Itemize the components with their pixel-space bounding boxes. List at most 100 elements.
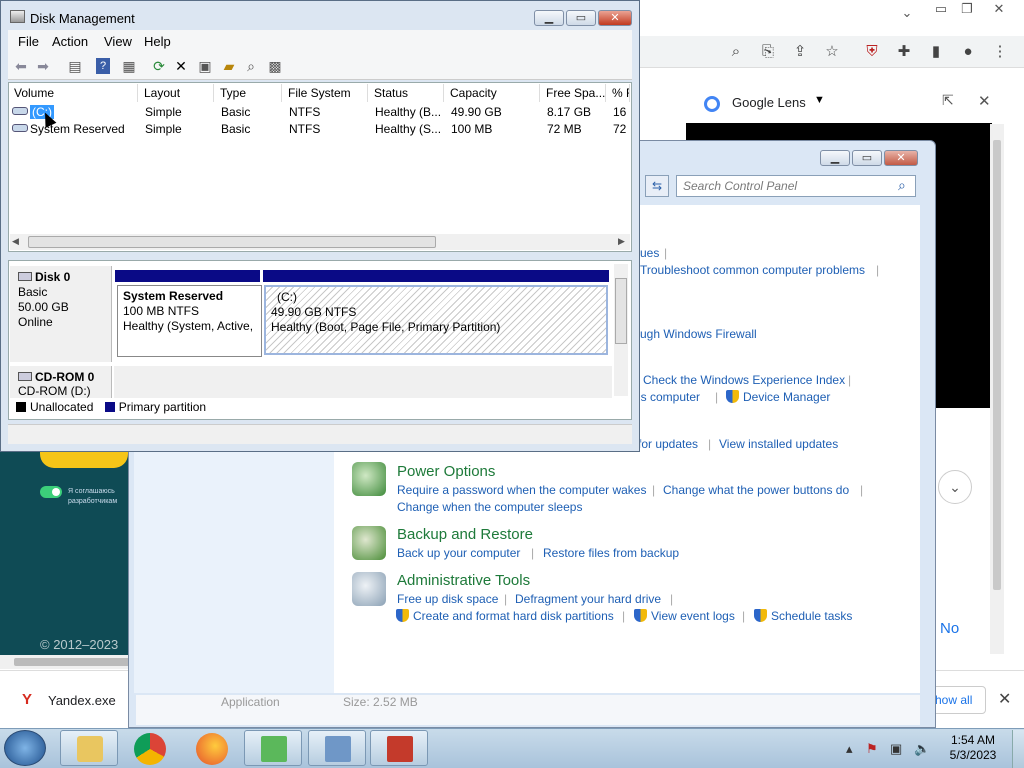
network-icon[interactable]: ▣	[890, 741, 902, 757]
show-hidden-icons[interactable]: ▴	[846, 741, 853, 757]
help-icon[interactable]: ?	[96, 58, 110, 74]
column-header-layout[interactable]: Layout	[140, 84, 214, 102]
cp-search-icon[interactable]: ⌕	[898, 177, 906, 194]
firefox-icon[interactable]	[196, 733, 228, 765]
action-center-icon[interactable]: ⚑	[866, 741, 878, 757]
chrome-tab-dropdown-icon[interactable]: ⌄	[892, 4, 922, 22]
column-header-type[interactable]: Type	[216, 84, 282, 102]
this-computer-link[interactable]: is computer	[638, 390, 700, 404]
column-header-free-space[interactable]: Free Spa...	[542, 84, 606, 102]
lens-dropdown-icon[interactable]: ▼	[814, 94, 825, 106]
column-header-file-system[interactable]: File System	[284, 84, 368, 102]
web-page-dark-section	[0, 450, 128, 655]
experience-index-link[interactable]: Check the Windows Experience Index	[643, 373, 845, 387]
menu-view[interactable]: View	[104, 34, 132, 49]
page-horizontal-scroll-thumb[interactable]	[14, 658, 134, 666]
agreement-toggle[interactable]	[40, 486, 62, 498]
disk-properties-icon[interactable]: ▣	[196, 57, 214, 75]
extension-shield-icon[interactable]: ⛨	[862, 42, 882, 62]
create-format-partitions-link[interactable]: Create and format hard disk partitions	[396, 609, 614, 623]
defragment-link[interactable]: Defragment your hard drive	[515, 592, 661, 606]
column-header-volume[interactable]: Volume	[10, 84, 138, 102]
troubleshoot-link[interactable]: Troubleshoot common computer problems	[640, 263, 865, 277]
forward-arrow-icon[interactable]: ➡	[34, 57, 52, 75]
c-partition[interactable]: (C:) 49.90 GB NTFS Healthy (Boot, Page F…	[264, 285, 608, 355]
cp-link-partial-1[interactable]: ues	[640, 246, 659, 260]
refresh-icon[interactable]: ⟳	[150, 57, 168, 75]
cp-minimize-button[interactable]: ▁	[820, 150, 850, 166]
cp-refresh-icon[interactable]: ⇆	[645, 175, 669, 197]
system-clock[interactable]: 1:54 AM 5/3/2023	[940, 733, 1006, 763]
show-hide-console-tree-icon[interactable]: ▤	[66, 57, 84, 75]
taskbar-explorer[interactable]	[60, 730, 118, 766]
dm-close-button[interactable]: ✕	[598, 10, 632, 26]
google-lens-icon	[704, 96, 720, 112]
column-header-status[interactable]: Status	[370, 84, 444, 102]
menu-action[interactable]: Action	[52, 34, 88, 49]
computer-sleeps-link[interactable]: Change when the computer sleeps	[397, 500, 582, 514]
cp-maximize-button[interactable]: ▭	[852, 150, 882, 166]
cp-search-input[interactable]: Search Control Panel	[676, 175, 916, 197]
schedule-tasks-link[interactable]: Schedule tasks	[754, 609, 852, 623]
restore-files-link[interactable]: Restore files from backup	[543, 546, 679, 560]
open-in-new-tab-icon[interactable]: ⇱	[942, 92, 954, 109]
power-options-heading[interactable]: Power Options	[397, 463, 495, 480]
disk-0-label[interactable]: Disk 0 Basic 50.00 GB Online	[10, 266, 112, 362]
expand-chevron-icon[interactable]: ⌄	[938, 470, 972, 504]
cd-rom-0-label[interactable]: CD-ROM 0 CD-ROM (D:)	[10, 366, 112, 398]
bookmark-star-icon[interactable]: ☆	[822, 42, 842, 62]
no-button[interactable]: No	[940, 620, 959, 637]
share-icon[interactable]: ⇪	[790, 42, 810, 62]
properties-icon[interactable]: ▦	[120, 57, 138, 75]
download-bar-close-icon[interactable]: ✕	[998, 689, 1011, 709]
profile-avatar-icon[interactable]: ●	[958, 42, 978, 62]
translate-icon[interactable]: ⎘	[758, 42, 778, 62]
taskbar-yandex-installer[interactable]	[244, 730, 302, 766]
list-scroll-thumb[interactable]	[28, 236, 436, 248]
start-button[interactable]	[4, 730, 46, 766]
disk-icon	[18, 272, 32, 281]
lens-vertical-scroll-thumb[interactable]	[993, 140, 1001, 590]
administrative-tools-heading[interactable]: Administrative Tools	[397, 572, 530, 589]
volume-icon[interactable]: 🔈	[914, 741, 930, 757]
extensions-puzzle-icon[interactable]: ✚	[894, 42, 914, 62]
column-header-capacity[interactable]: Capacity	[446, 84, 540, 102]
view-event-logs-link[interactable]: View event logs	[634, 609, 735, 623]
scroll-right-icon[interactable]: ▶	[618, 236, 625, 247]
search-disk-icon[interactable]: ⌕	[242, 57, 260, 75]
menu-help[interactable]: Help	[144, 34, 171, 49]
installed-updates-link[interactable]: View installed updates	[719, 437, 838, 451]
windows-firewall-link[interactable]: ugh Windows Firewall	[640, 327, 757, 341]
device-manager-link[interactable]: Device Manager	[726, 390, 830, 404]
check-updates-link[interactable]: for updates	[638, 437, 698, 451]
download-filename[interactable]: Yandex.exe	[48, 693, 116, 708]
back-up-computer-link[interactable]: Back up your computer	[397, 546, 520, 560]
graph-scroll-thumb[interactable]	[615, 278, 627, 344]
chrome-icon[interactable]	[134, 733, 166, 765]
show-desktop-button[interactable]	[1012, 730, 1024, 768]
scroll-left-icon[interactable]: ◀	[12, 236, 19, 247]
chrome-restore-button[interactable]: ❐	[952, 0, 982, 18]
back-arrow-icon[interactable]: ⬅	[12, 57, 30, 75]
taskbar-control-panel[interactable]	[308, 730, 366, 766]
rescan-disks-icon[interactable]: ▩	[266, 57, 284, 75]
volume-system-reserved-row[interactable]: System Reserved	[30, 122, 125, 136]
delete-icon[interactable]: ✕	[172, 57, 190, 75]
search-icon[interactable]: ⌕	[726, 42, 746, 62]
cp-close-button[interactable]: ✕	[884, 150, 918, 166]
backup-restore-heading[interactable]: Backup and Restore	[397, 526, 533, 543]
open-folder-icon[interactable]: ▰	[220, 57, 238, 75]
chrome-close-button[interactable]: ✕	[984, 0, 1014, 18]
require-password-link[interactable]: Require a password when the computer wak…	[397, 483, 646, 497]
side-panel-icon[interactable]: ▮	[926, 42, 946, 62]
taskbar-toolbox[interactable]	[370, 730, 428, 766]
system-reserved-partition[interactable]: System Reserved 100 MB NTFS Healthy (Sys…	[117, 285, 262, 357]
menu-file[interactable]: File	[18, 34, 39, 49]
power-buttons-link[interactable]: Change what the power buttons do	[663, 483, 849, 497]
column-header-percent-free[interactable]: % F	[608, 84, 630, 102]
dm-minimize-button[interactable]: ▁	[534, 10, 564, 26]
dm-maximize-button[interactable]: ▭	[566, 10, 596, 26]
lens-close-icon[interactable]: ✕	[978, 92, 991, 110]
free-disk-space-link[interactable]: Free up disk space	[397, 592, 498, 606]
chrome-menu-icon[interactable]: ⋮	[990, 42, 1010, 62]
